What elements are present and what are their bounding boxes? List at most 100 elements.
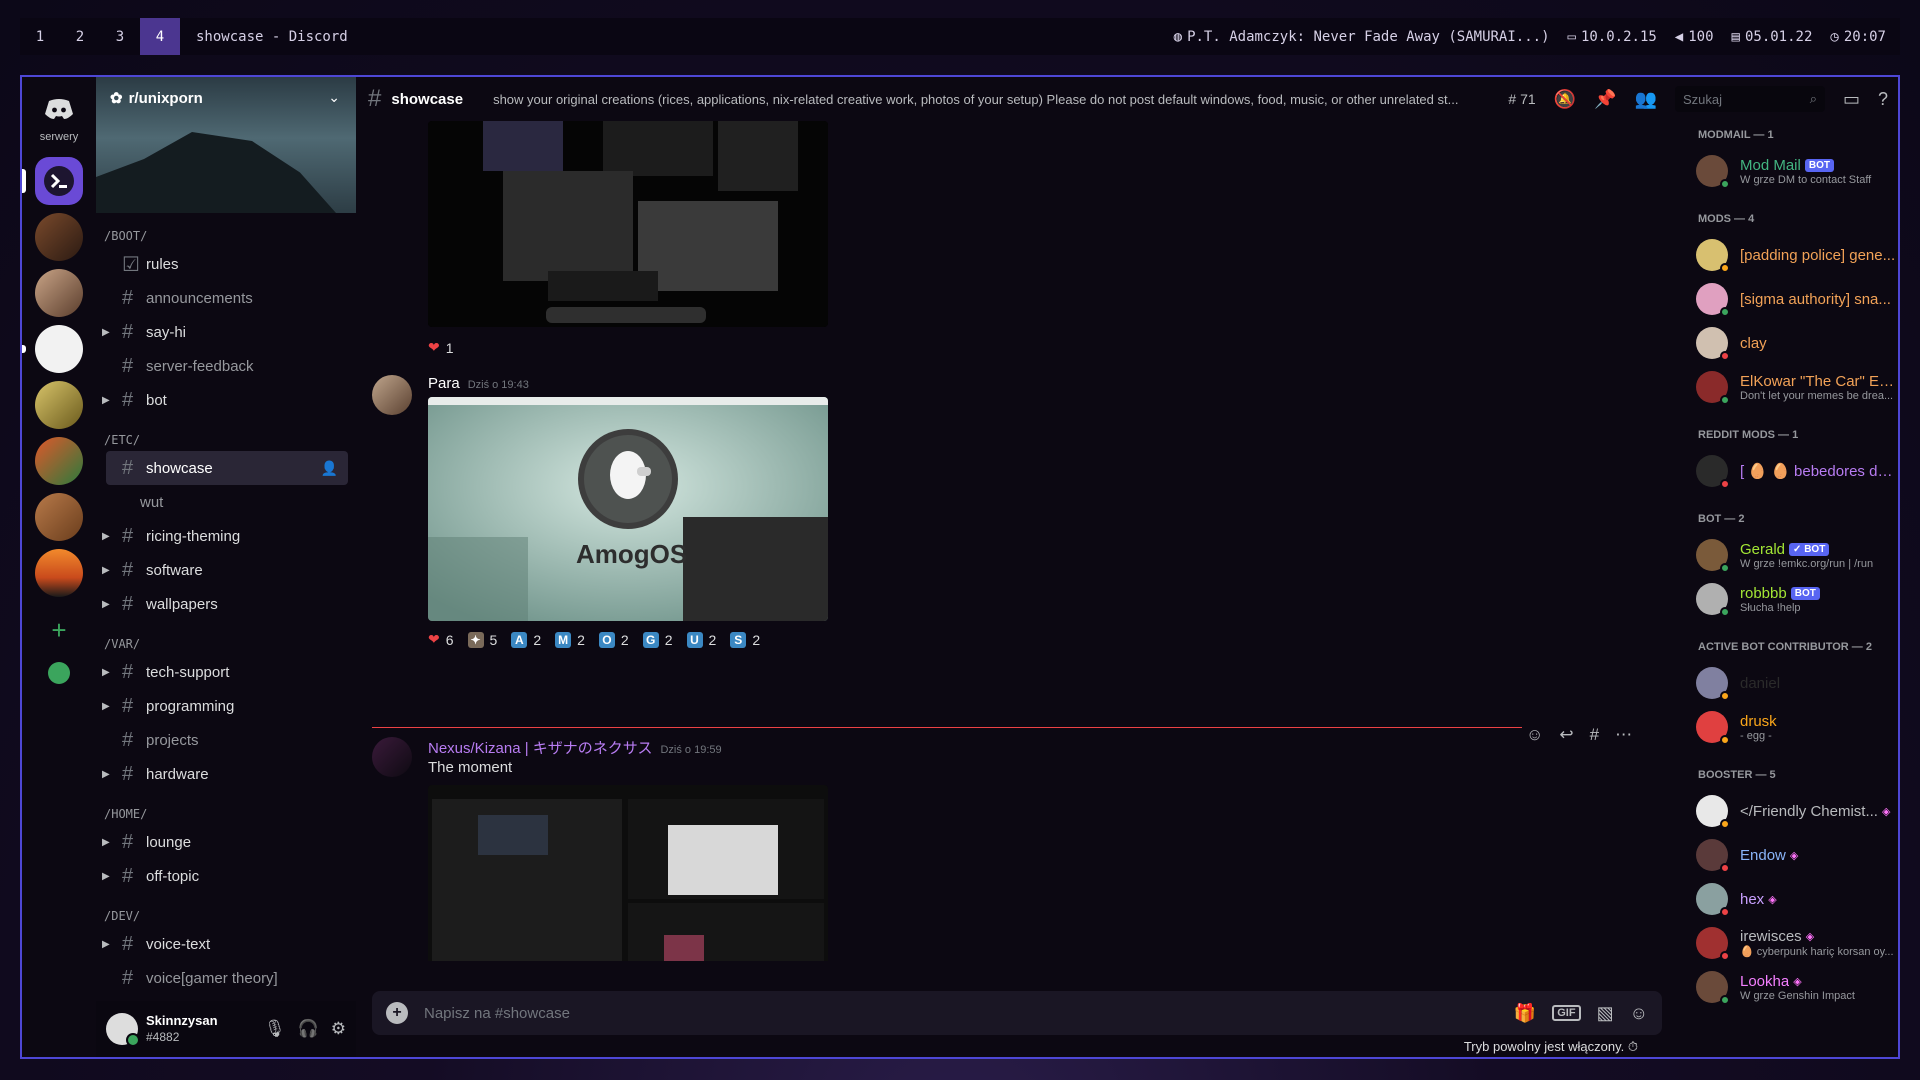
member-item[interactable]: [ 🥚 🥚 bebedores de h... — [1672, 449, 1898, 493]
channel-voice-text[interactable]: ▶ # voice-text — [102, 927, 348, 961]
emoji-icon[interactable]: ☺ — [1630, 1003, 1648, 1024]
member-item[interactable]: hex ◈ — [1672, 877, 1898, 921]
thread-wut[interactable]: wut — [100, 485, 356, 519]
message-input[interactable] — [424, 1004, 1424, 1022]
channel-showcase[interactable]: # showcase 👤 — [106, 451, 348, 485]
music-module[interactable]: ◍ P.T. Adamczyk: Never Fade Away (SAMURAI… — [1174, 29, 1550, 45]
reaction-letter-a[interactable]: A2 — [511, 631, 541, 648]
member-item[interactable]: daniel — [1672, 661, 1898, 705]
member-item[interactable]: [padding police] gene... — [1672, 233, 1898, 277]
server-icon-3[interactable] — [35, 269, 83, 317]
gift-icon[interactable]: 🎁 — [1514, 1003, 1536, 1024]
gif-button[interactable]: GIF — [1552, 1005, 1581, 1021]
member-item[interactable]: irewisces ◈ 🥚 cyberpunk hariç korsan oy... — [1672, 921, 1898, 965]
member-item[interactable]: Endow ◈ — [1672, 833, 1898, 877]
guild-banner[interactable]: ✿ r/unixporn ⌄ — [96, 77, 356, 213]
member-item[interactable]: ElKowar "The Car" Ew... Don't let your me… — [1672, 365, 1898, 409]
member-item[interactable]: Gerald ✓ BOT W grze !emkc.org/run | /run — [1672, 533, 1898, 577]
microphone-icon[interactable]: 🎙 — [264, 1019, 286, 1039]
pin-icon[interactable]: 📌 — [1594, 89, 1616, 110]
add-reaction-icon[interactable]: ☺ — [1526, 725, 1543, 745]
member-item[interactable]: </Friendly Chemist... ◈ — [1672, 789, 1898, 833]
category-home[interactable]: /HOME/ — [104, 807, 356, 821]
server-icon-6[interactable] — [35, 437, 83, 485]
server-icon-5[interactable] — [35, 381, 83, 429]
channel-wallpapers[interactable]: ▶ # wallpapers — [102, 587, 348, 621]
threads-button[interactable]: #71 — [1508, 91, 1535, 107]
server-icon-4[interactable] — [22, 325, 83, 373]
message-image[interactable] — [428, 785, 828, 961]
server-icon-2[interactable] — [35, 213, 83, 261]
add-user-icon[interactable]: 👤 — [321, 460, 338, 477]
reaction-heart[interactable]: ❤ 6 — [428, 631, 454, 648]
channel-say-hi[interactable]: ▶ # say-hi — [102, 315, 348, 349]
add-server-icon[interactable]: + — [51, 615, 66, 646]
message-image[interactable]: AmogOS — [428, 397, 828, 621]
create-thread-icon[interactable]: # — [1590, 725, 1599, 745]
more-options-icon[interactable]: ⋯ — [1615, 725, 1632, 745]
channel-bot[interactable]: ▶ # bot — [102, 383, 348, 417]
reaction-letter-s[interactable]: S2 — [730, 631, 760, 648]
guild-header[interactable]: ✿ r/unixporn — [110, 89, 203, 108]
channel-rules[interactable]: ☑ rules — [106, 247, 348, 281]
channel-server-feedback[interactable]: # server-feedback — [106, 349, 348, 383]
inbox-icon[interactable]: ▭ — [1843, 89, 1860, 110]
chevron-down-icon[interactable]: ⌄ — [328, 89, 340, 106]
gear-icon[interactable]: ⚙ — [331, 1019, 346, 1039]
channel-announcements[interactable]: # announcements — [106, 281, 348, 315]
member-item[interactable]: robbbb BOT Słucha !help — [1672, 577, 1898, 621]
workspace-1[interactable]: 1 — [20, 18, 60, 55]
server-icon-8[interactable] — [35, 549, 83, 597]
member-item[interactable]: Lookha ◈ W grze Genshin Impact — [1672, 965, 1898, 1009]
help-icon[interactable]: ? — [1878, 89, 1888, 110]
avatar[interactable] — [106, 1013, 140, 1047]
workspace-4[interactable]: 4 — [140, 18, 180, 55]
channel-programming[interactable]: ▶ # programming — [102, 689, 348, 723]
category-etc[interactable]: /ETC/ — [104, 433, 356, 447]
channel-lounge[interactable]: ▶ # lounge — [102, 825, 348, 859]
channel-hardware[interactable]: ▶ # hardware — [102, 757, 348, 791]
workspace-2[interactable]: 2 — [60, 18, 100, 55]
member-name: robbbb — [1740, 584, 1787, 602]
message-image[interactable] — [428, 121, 828, 327]
bell-muted-icon[interactable]: 🔕 — [1554, 89, 1576, 110]
member-item[interactable]: drusk - egg - — [1672, 705, 1898, 749]
category-boot[interactable]: /BOOT/ — [104, 229, 356, 243]
workspace-3[interactable]: 3 — [100, 18, 140, 55]
channel-topic[interactable]: show your original creations (rices, app… — [493, 92, 1483, 107]
headphones-icon[interactable]: 🎧 — [298, 1019, 319, 1039]
reaction-letter-o[interactable]: O2 — [598, 631, 629, 648]
reply-icon[interactable]: ↩ — [1559, 725, 1573, 745]
author-name[interactable]: Nexus/Kizana | キザナのネクサス — [428, 737, 652, 758]
reaction-custom[interactable]: ✦ 5 — [467, 631, 497, 648]
user-meta[interactable]: Skinnzysan #4882 — [146, 1013, 218, 1045]
author-name[interactable]: Para — [428, 375, 460, 392]
avatar[interactable] — [372, 737, 412, 777]
reaction-letter-u[interactable]: U2 — [686, 631, 716, 648]
reaction-heart[interactable]: ❤ 1 — [428, 339, 454, 356]
channel-tech-support[interactable]: ▶ # tech-support — [102, 655, 348, 689]
member-item[interactable]: clay — [1672, 321, 1898, 365]
members-icon[interactable]: 👥 — [1635, 89, 1657, 110]
reaction-letter-m[interactable]: M2 — [555, 631, 585, 648]
channel-software[interactable]: ▶ # software — [102, 553, 348, 587]
channel-off-topic[interactable]: ▶ # off-topic — [102, 859, 348, 893]
member-item[interactable]: Mod Mail BOT W grze DM to contact Staff — [1672, 149, 1898, 193]
category-var[interactable]: /VAR/ — [104, 637, 356, 651]
reaction-letter-g[interactable]: G2 — [642, 631, 673, 648]
member-item[interactable]: [sigma authority] sna... — [1672, 277, 1898, 321]
explore-compass-icon[interactable] — [48, 662, 70, 684]
channel-ricing-theming[interactable]: ▶ # ricing-theming — [102, 519, 348, 553]
category-dev[interactable]: /DEV/ — [104, 909, 356, 923]
search-input[interactable]: Szukaj ⌕ — [1674, 86, 1825, 112]
attach-plus-icon[interactable]: + — [386, 1002, 408, 1024]
sticker-icon[interactable]: ▧ — [1597, 1003, 1614, 1024]
avatar — [1696, 155, 1730, 189]
avatar[interactable] — [372, 375, 412, 415]
channel-voice-gamer-theory[interactable]: # voice[gamer theory] — [106, 961, 348, 995]
server-icon-7[interactable] — [35, 493, 83, 541]
discord-home-button[interactable] — [34, 91, 84, 127]
server-unixporn[interactable] — [22, 157, 83, 205]
volume-module[interactable]: ◀ 100 — [1675, 29, 1714, 45]
channel-projects[interactable]: # projects — [106, 723, 348, 757]
